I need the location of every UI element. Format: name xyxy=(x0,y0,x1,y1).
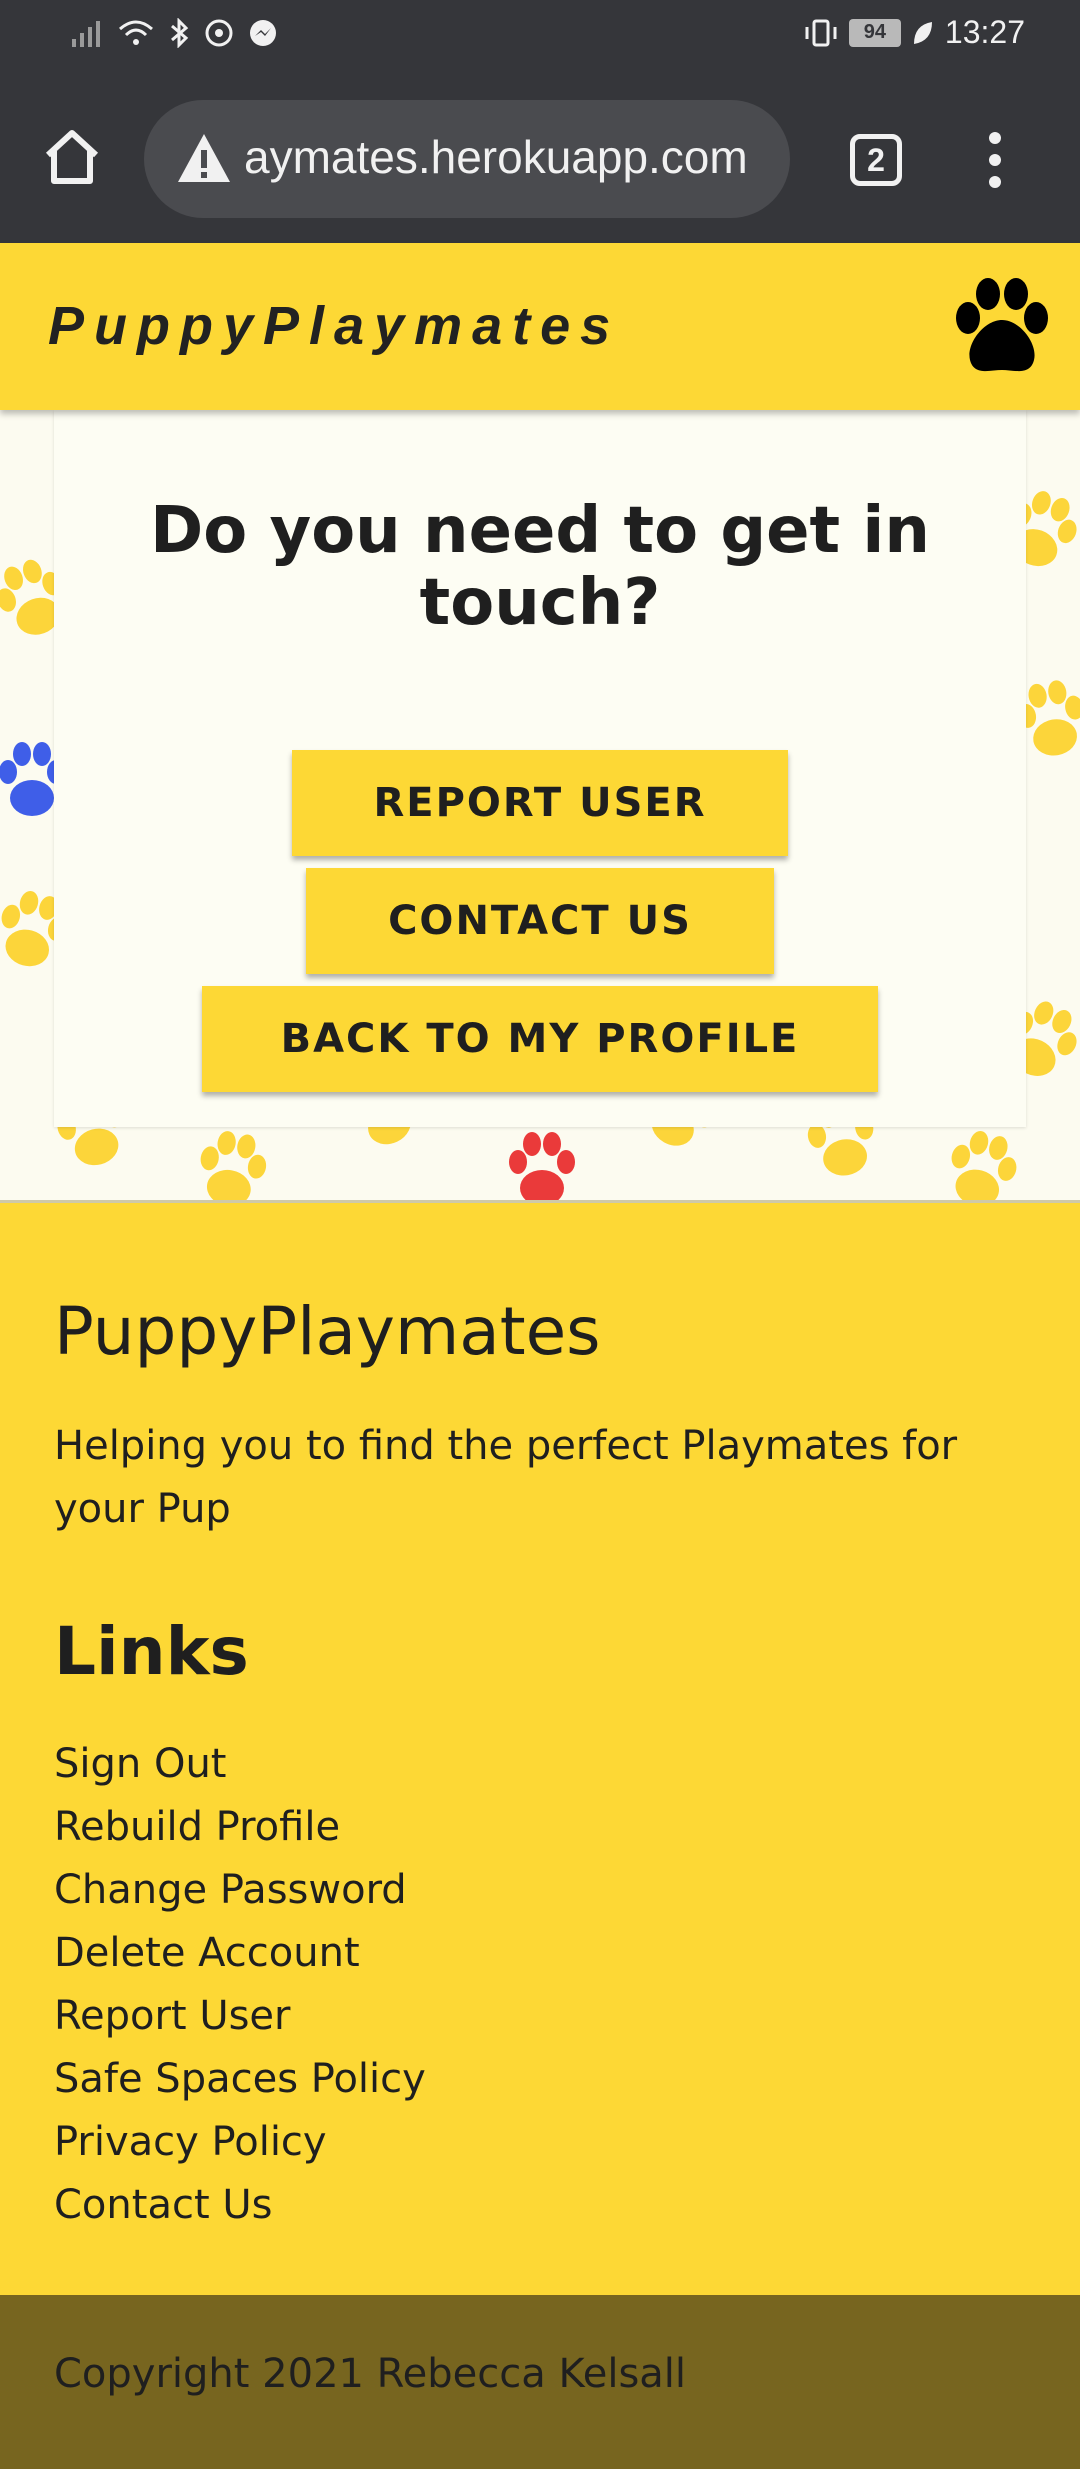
battery-indicator: 94 xyxy=(848,18,901,47)
more-options-icon[interactable] xyxy=(985,130,1005,190)
signal-icon xyxy=(72,21,100,47)
brand-logo-text[interactable]: PuppyPlaymates xyxy=(48,295,620,357)
copyright-text: Copyright 2021 Rebecca Kelsall xyxy=(54,2351,687,2397)
paw-icon xyxy=(956,278,1048,372)
url-text: aymates.herokuapp.com xyxy=(244,131,748,183)
footer-links-list: Sign Out Rebuild Profile Change Password… xyxy=(54,1733,426,2237)
status-bar: 94 13:27 xyxy=(0,0,1080,75)
address-bar[interactable]: aymates.herokuapp.com xyxy=(144,100,790,218)
site-footer: PuppyPlaymates Helping you to find the p… xyxy=(0,1200,1080,2295)
link-change-password[interactable]: Change Password xyxy=(54,1859,426,1922)
messenger-icon xyxy=(250,20,276,46)
page-title: Do you need to get in touch? xyxy=(150,494,930,640)
link-safe-spaces-policy[interactable]: Safe Spaces Policy xyxy=(54,2048,426,2111)
pattern-paw xyxy=(200,1131,267,1200)
status-icons-left xyxy=(70,18,278,48)
link-rebuild-profile[interactable]: Rebuild Profile xyxy=(54,1796,426,1859)
link-sign-out[interactable]: Sign Out xyxy=(54,1733,426,1796)
vibrate-icon xyxy=(805,19,837,46)
pattern-paw xyxy=(509,1132,575,1200)
home-icon[interactable] xyxy=(42,127,102,187)
whatsapp-icon xyxy=(205,19,233,47)
wifi-icon xyxy=(119,20,153,45)
site-header: PuppyPlaymates xyxy=(0,243,1080,410)
warning-icon[interactable] xyxy=(176,132,232,184)
link-delete-account[interactable]: Delete Account xyxy=(54,1922,426,1985)
contact-us-button[interactable]: CONTACT US xyxy=(306,868,774,974)
status-icons-right: 94 13:27 xyxy=(803,14,1025,51)
contact-card: Do you need to get in touch? REPORT USER… xyxy=(54,410,1026,1127)
clock: 13:27 xyxy=(944,14,1025,50)
copyright-bar: Copyright 2021 Rebecca Kelsall xyxy=(0,2295,1080,2469)
footer-brand-title: PuppyPlaymates xyxy=(54,1293,601,1370)
back-to-profile-button[interactable]: BACK TO MY PROFILE xyxy=(202,986,878,1092)
link-report-user[interactable]: Report User xyxy=(54,1985,426,2048)
pattern-paw xyxy=(951,1130,1017,1200)
leaf-icon xyxy=(913,21,932,44)
tabs-counter-button[interactable]: 2 xyxy=(850,134,902,186)
footer-description: Helping you to find the perfect Playmate… xyxy=(54,1423,958,1532)
bluetooth-icon xyxy=(171,18,189,48)
link-privacy-policy[interactable]: Privacy Policy xyxy=(54,2111,426,2174)
links-heading: Links xyxy=(54,1613,249,1690)
link-contact-us[interactable]: Contact Us xyxy=(54,2174,426,2237)
report-user-button[interactable]: REPORT USER xyxy=(292,750,788,856)
browser-toolbar: aymates.herokuapp.com 2 xyxy=(0,75,1080,243)
